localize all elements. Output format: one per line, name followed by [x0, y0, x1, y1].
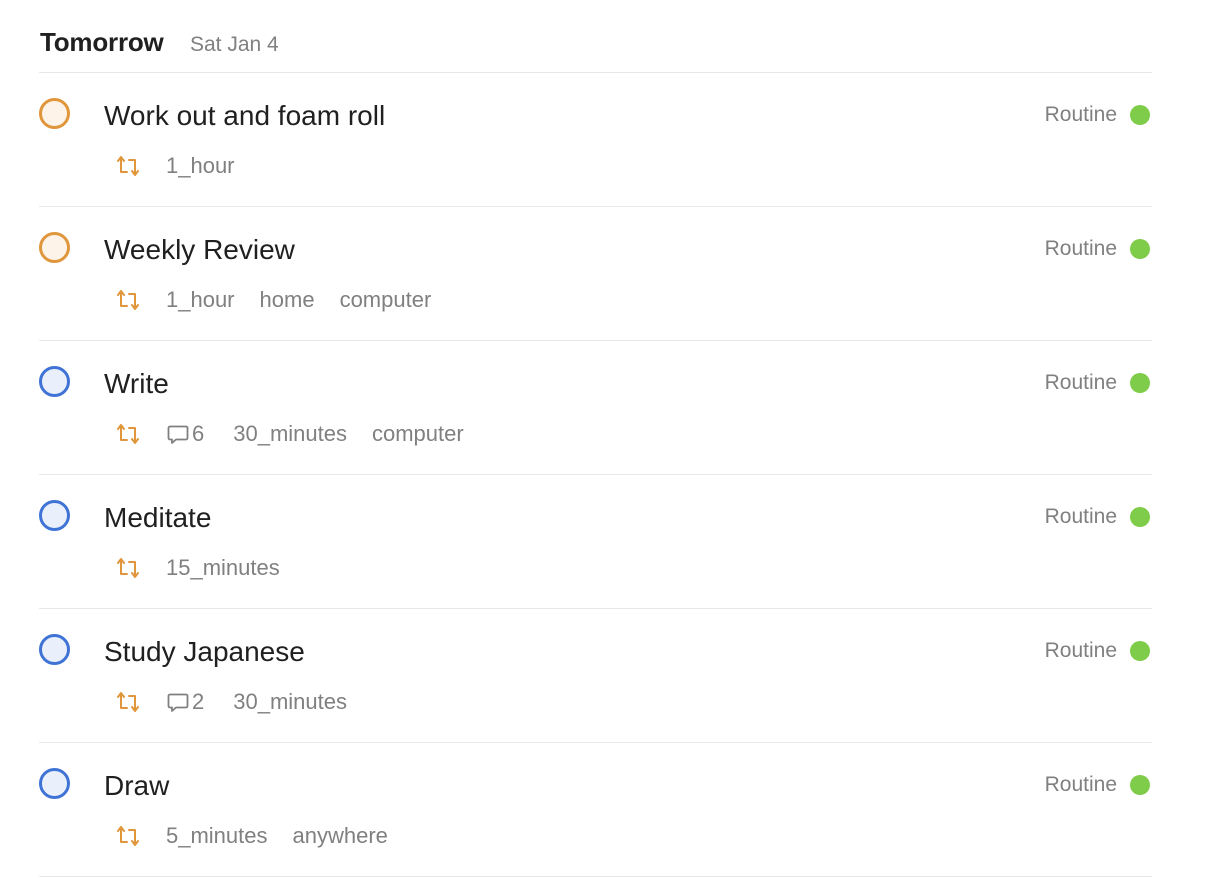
section-header: Tomorrow Sat Jan 4: [39, 0, 1152, 73]
project-name: Routine: [1044, 103, 1117, 126]
recurring-icon: [117, 826, 139, 846]
task-meta: 6 30_minutes computer: [115, 419, 489, 449]
task-item[interactable]: Work out and foam roll 1_hour Routine: [39, 73, 1152, 207]
task-meta: 1_hour home computer: [115, 285, 456, 315]
task-item[interactable]: Meditate 15_minutes Routine: [39, 475, 1152, 609]
task-checkbox[interactable]: [39, 98, 70, 129]
task-checkbox[interactable]: [39, 232, 70, 263]
task-label[interactable]: 30_minutes: [233, 689, 347, 715]
comments-count[interactable]: 6: [166, 421, 204, 447]
task-checkbox[interactable]: [39, 768, 70, 799]
task-label[interactable]: anywhere: [293, 823, 388, 849]
task-item[interactable]: Study Japanese 2 30_minutes Routine: [39, 609, 1152, 743]
comments-number: 6: [192, 421, 205, 446]
task-meta: 15_minutes: [115, 553, 305, 583]
task-item[interactable]: Draw 5_minutes anywhere Routine: [39, 743, 1152, 877]
task-checkbox[interactable]: [39, 366, 70, 397]
task-meta: 2 30_minutes: [115, 687, 372, 717]
task-checkbox[interactable]: [39, 500, 70, 531]
recurring-icon: [117, 156, 139, 176]
project-name: Routine: [1044, 639, 1117, 662]
project-link[interactable]: Routine: [1045, 368, 1150, 398]
task-label[interactable]: 30_minutes: [233, 421, 347, 447]
project-name: Routine: [1044, 237, 1117, 260]
project-link[interactable]: Routine: [1045, 502, 1150, 532]
project-link[interactable]: Routine: [1045, 636, 1150, 666]
project-link[interactable]: Routine: [1045, 234, 1150, 264]
task-item[interactable]: Write 6 30_minutes computer Routine: [39, 341, 1152, 475]
task-meta: 1_hour: [115, 151, 260, 181]
task-section: Tomorrow Sat Jan 4 Work out and foam rol…: [39, 0, 1152, 877]
project-color-dot: [1130, 775, 1150, 795]
task-label[interactable]: 1_hour: [166, 287, 235, 313]
project-color-dot: [1130, 373, 1150, 393]
task-title[interactable]: Meditate: [104, 502, 211, 534]
recurring-icon: [117, 692, 139, 712]
section-date: Sat Jan 4: [190, 33, 279, 56]
project-link[interactable]: Routine: [1045, 770, 1150, 800]
task-title[interactable]: Draw: [104, 770, 169, 802]
project-link[interactable]: Routine: [1045, 100, 1150, 130]
comment-icon: [167, 425, 189, 444]
task-label[interactable]: home: [260, 287, 315, 313]
project-color-dot: [1130, 105, 1150, 125]
task-title[interactable]: Study Japanese: [104, 636, 305, 668]
section-title: Tomorrow: [40, 27, 164, 57]
project-color-dot: [1130, 507, 1150, 527]
project-name: Routine: [1044, 371, 1117, 394]
recurring-icon: [117, 558, 139, 578]
task-title[interactable]: Write: [104, 368, 169, 400]
task-label[interactable]: 1_hour: [166, 153, 235, 179]
comments-number: 2: [192, 689, 205, 714]
task-item[interactable]: Weekly Review 1_hour home computer Routi…: [39, 207, 1152, 341]
task-title[interactable]: Work out and foam roll: [104, 100, 385, 132]
project-color-dot: [1130, 641, 1150, 661]
comment-icon: [167, 693, 189, 712]
task-label[interactable]: computer: [340, 287, 432, 313]
task-meta: 5_minutes anywhere: [115, 821, 413, 851]
project-name: Routine: [1044, 505, 1117, 528]
recurring-icon: [117, 290, 139, 310]
task-checkbox[interactable]: [39, 634, 70, 665]
task-label[interactable]: 15_minutes: [166, 555, 280, 581]
project-color-dot: [1130, 239, 1150, 259]
recurring-icon: [117, 424, 139, 444]
comments-count[interactable]: 2: [166, 689, 204, 715]
task-label[interactable]: computer: [372, 421, 464, 447]
project-name: Routine: [1044, 773, 1117, 796]
task-title[interactable]: Weekly Review: [104, 234, 295, 266]
task-label[interactable]: 5_minutes: [166, 823, 268, 849]
